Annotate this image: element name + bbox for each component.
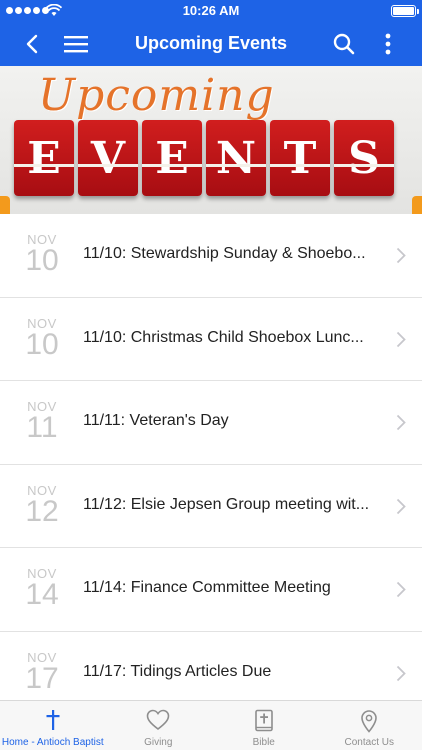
event-list[interactable]: NOV 10 11/10: Stewardship Sunday & Shoeb… [0, 214, 422, 700]
event-title: 11/17: Tidings Articles Due [83, 662, 272, 680]
upcoming-events-banner: Upcoming E V E N T S [0, 66, 422, 214]
banner-letter-tile: N [206, 120, 266, 196]
banner-letter-tile: S [334, 120, 394, 196]
status-bar: 10:26 AM [0, 0, 422, 22]
tab-label: Bible [252, 737, 275, 748]
more-vertical-icon [385, 33, 391, 55]
event-row[interactable]: NOV 12 11/12: Elsie Jepsen Group meeting… [0, 465, 422, 549]
banner-letter-tile: E [142, 120, 202, 196]
search-button[interactable] [324, 22, 364, 66]
event-row[interactable]: NOV 10 11/10: Christmas Child Shoebox Lu… [0, 298, 422, 382]
tab-giving[interactable]: Giving [106, 701, 212, 750]
event-day: 14 [25, 578, 59, 612]
chevron-right-icon [396, 331, 406, 347]
tab-label: Giving [144, 737, 173, 748]
tab-bible[interactable]: Bible [211, 701, 317, 750]
location-pin-icon [361, 710, 378, 733]
bible-icon [254, 709, 273, 732]
event-title: 11/11: Veteran's Day [83, 412, 229, 430]
event-title: 11/10: Stewardship Sunday & Shoebo... [83, 245, 366, 262]
tab-label: Home - Antioch Baptist [1, 737, 104, 748]
event-row[interactable]: NOV 14 11/14: Finance Committee Meeting [0, 548, 422, 632]
event-row[interactable]: NOV 11 11/11: Veteran's Day [0, 381, 422, 465]
event-date: NOV 11 [22, 399, 62, 445]
banner-letter-tile: E [14, 120, 74, 196]
banner-script-text: Upcoming [38, 70, 275, 121]
event-title: 11/12: Elsie Jepsen Group meeting wit... [83, 495, 370, 513]
battery-icon [391, 5, 419, 17]
event-day: 10 [25, 327, 59, 361]
more-options-button[interactable] [368, 22, 408, 66]
event-title: 11/14: Finance Committee Meeting [83, 579, 331, 597]
banner-letter-tiles: E V E N T S [14, 120, 394, 196]
event-day: 11 [26, 411, 58, 445]
tab-home[interactable]: Home - Antioch Baptist [0, 701, 106, 750]
banner-letter-tile: T [270, 120, 330, 196]
chevron-right-icon [396, 498, 406, 514]
heart-icon [146, 709, 170, 731]
event-date: NOV 10 [22, 232, 62, 277]
event-date: NOV 14 [22, 566, 62, 612]
chevron-right-icon [396, 582, 406, 598]
chevron-right-icon [396, 665, 406, 682]
event-date: NOV 12 [22, 483, 62, 528]
event-day: 17 [25, 661, 59, 695]
event-date: NOV 10 [22, 316, 62, 361]
banner-letter-tile: V [78, 120, 138, 196]
cross-icon [46, 710, 60, 730]
event-date: NOV 17 [22, 650, 62, 695]
tab-label: Contact Us [344, 737, 394, 748]
banner-decoration [412, 196, 422, 214]
tab-contact-us[interactable]: Contact Us [317, 701, 422, 750]
search-icon [333, 33, 355, 55]
event-day: 12 [25, 494, 59, 528]
event-row[interactable]: NOV 17 11/17: Tidings Articles Due [0, 632, 422, 700]
event-title: 11/10: Christmas Child Shoebox Lunc... [83, 328, 364, 346]
banner-decoration [0, 196, 10, 214]
chevron-right-icon [396, 415, 406, 431]
navigation-bar: Upcoming Events [0, 22, 422, 66]
status-time: 10:26 AM [182, 3, 240, 18]
event-day: 10 [25, 244, 59, 277]
event-row[interactable]: NOV 10 11/10: Stewardship Sunday & Shoeb… [0, 214, 422, 298]
tab-bar: Home - Antioch Baptist Giving Bible Cont… [0, 700, 422, 750]
chevron-right-icon [396, 247, 406, 264]
